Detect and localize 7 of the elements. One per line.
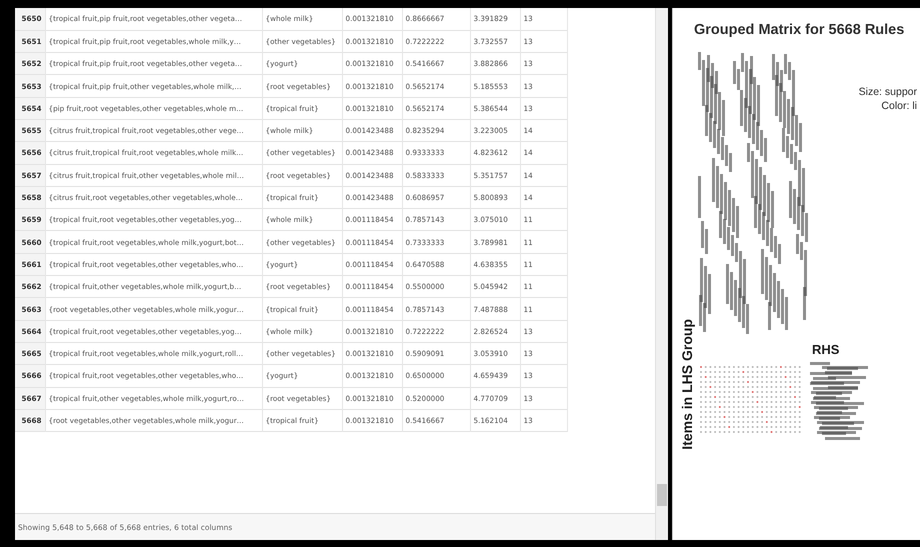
legend-text: Color: li — [881, 100, 917, 112]
legend-text: Size: suppor — [858, 86, 917, 98]
axis-label: RHS — [811, 342, 840, 359]
axis-label: Items in LHS Group — [679, 319, 695, 450]
scrollbar-thumb[interactable] — [657, 484, 667, 506]
plot-title: Grouped Matrix for 5668 Rules — [693, 21, 906, 40]
scrollbar[interactable] — [655, 8, 668, 540]
